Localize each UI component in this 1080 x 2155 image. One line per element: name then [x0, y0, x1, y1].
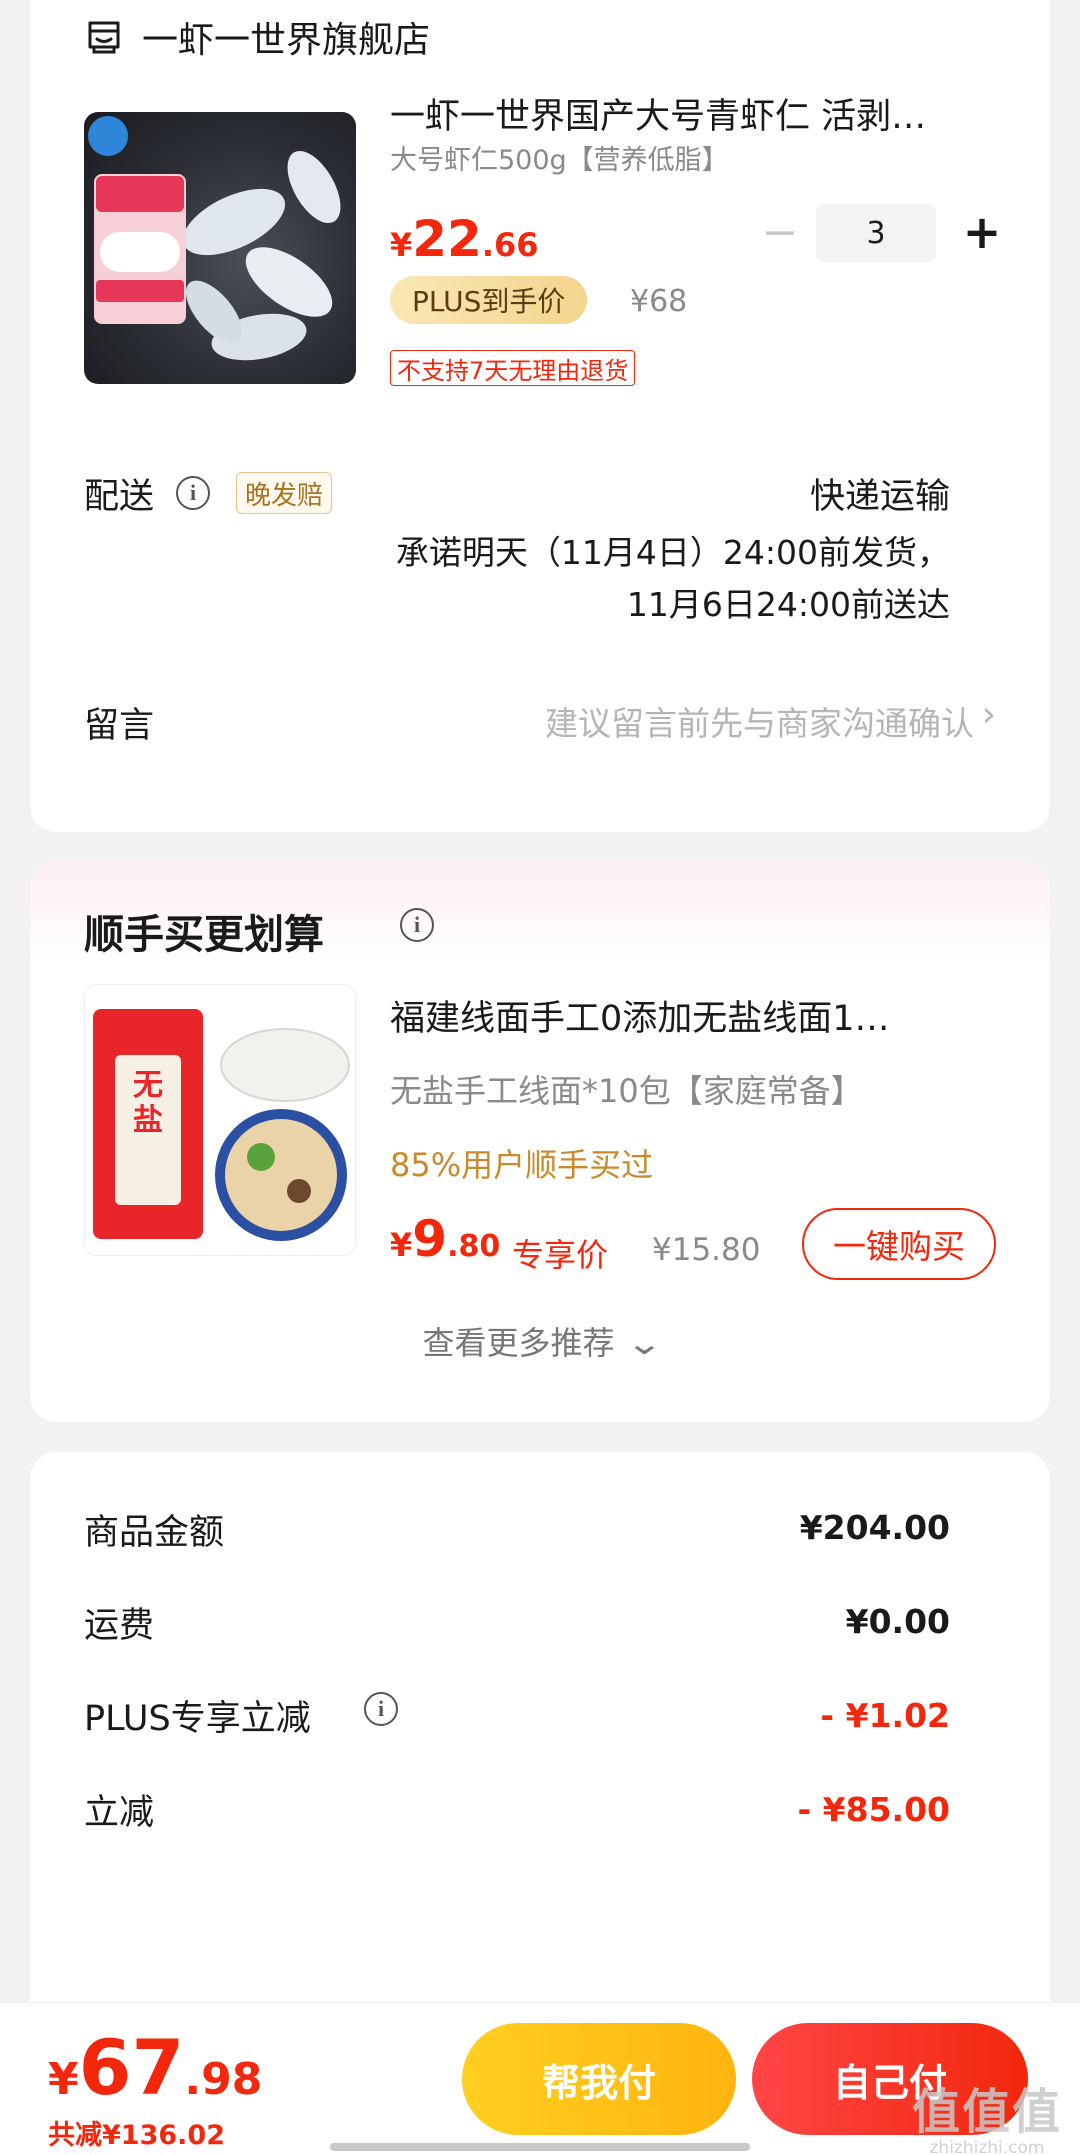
recommend-bought-rate: 85%用户顺手买过 [390, 1146, 654, 1184]
price-decimal: .80 [447, 1229, 501, 1264]
plus-price-badge: PLUS到手价 [390, 276, 588, 324]
more-recommend-label: 查看更多推荐 [422, 1324, 615, 1362]
summary-label-discount: 立减 [84, 1793, 155, 1833]
chevron-down-icon: ⌄ [625, 1324, 663, 1362]
minus-icon: − [761, 206, 799, 258]
total-integer: 67 [78, 2023, 185, 2112]
delivery-label: 配送 [84, 477, 155, 517]
watermark-logo: 值值值 [911, 2084, 1062, 2140]
svg-text:盐: 盐 [133, 1103, 163, 1138]
noodle-illustration: 无 盐 [93, 1009, 350, 1241]
product-title[interactable]: 一虾一世界国产大号青虾仁 活剥… [390, 88, 1000, 139]
recommend-title: 顺手买更划算 [84, 912, 324, 958]
total-saved[interactable]: 共减¥136.02 [48, 2113, 225, 2152]
summary-value-shipping: ¥0.00 [845, 1602, 950, 1641]
price-currency: ¥ [390, 1226, 413, 1264]
store-name[interactable]: 一虾一世界旗舰店 [142, 11, 430, 63]
watermark-url: zhizhizhi.com [929, 2138, 1045, 2155]
price-integer: 22 [412, 210, 482, 268]
shipping-method[interactable]: 快递运输 [810, 468, 950, 519]
price-integer: 9 [412, 1210, 448, 1268]
quantity-decrease-button[interactable]: − [760, 207, 800, 258]
product-spec[interactable]: 大号虾仁500g【营养低脂】 [390, 138, 729, 177]
product-image[interactable] [84, 112, 356, 384]
svg-text:无: 无 [133, 1068, 163, 1103]
recommend-product-image[interactable]: 无 盐 [84, 984, 356, 1256]
total-currency: ¥ [48, 2054, 79, 2105]
info-icon[interactable]: i [176, 476, 210, 510]
recommend-card: 顺手买更划算 i 无 盐 福建线面手工0添加无盐线面1… 无盐手工线面*10包【… [30, 862, 1050, 1422]
store-icon [88, 21, 120, 54]
shipping-promise-line1: 承诺明天（11月4日）24:00前发货， [395, 533, 950, 572]
message-label: 留言 [84, 706, 155, 746]
plus-icon: + [962, 205, 1002, 259]
exclusive-price-tag: 专享价 [512, 1236, 609, 1274]
recommend-price: ¥9.80 [390, 1210, 500, 1268]
help-me-pay-button[interactable]: 帮我付 [462, 2023, 736, 2135]
one-click-buy-button[interactable]: 一键购买 [802, 1208, 996, 1280]
quantity-increase-button[interactable]: + [960, 205, 1004, 259]
summary-label-shipping: 运费 [84, 1606, 155, 1646]
info-icon[interactable]: i [364, 1692, 398, 1726]
summary-value-plus-discount: - ¥1.02 [820, 1696, 950, 1735]
product-price: ¥22.66 [390, 210, 539, 268]
return-policy-tag: 不支持7天无理由退货 [390, 350, 636, 386]
store-header[interactable]: 一虾一世界旗舰店 [84, 12, 430, 62]
summary-label-plus-discount: PLUS专享立减 [84, 1699, 311, 1739]
watermark: 值值值 zhizhizhi.com [912, 2072, 1062, 2155]
order-summary-card: 商品金额 ¥204.00 运费 ¥0.00 PLUS专享立减 i - ¥1.02… [30, 1452, 1050, 2052]
summary-value-goods: ¥204.00 [799, 1508, 950, 1547]
recommend-product-spec: 无盐手工线面*10包【家庭常备】 [390, 1072, 863, 1110]
shipping-promise-line2: 11月6日24:00前送达 [626, 585, 950, 624]
store-card: 一虾一世界旗舰店 一虾一世界国产大号青虾仁 活剥… 大号虾仁500g【营养低脂】… [30, 0, 1050, 832]
price-currency: ¥ [390, 226, 413, 264]
chevron-right-icon[interactable]: › [982, 694, 996, 735]
summary-label-goods: 商品金额 [84, 1513, 225, 1553]
info-icon[interactable]: i [400, 908, 434, 942]
recommend-original-price: ¥15.80 [652, 1232, 761, 1268]
more-recommend-link[interactable]: 查看更多推荐 ⌄ [30, 1318, 1050, 1364]
original-price: ¥68 [630, 284, 688, 319]
total-decimal: .98 [184, 2054, 263, 2105]
message-input[interactable]: 建议留言前先与商家沟通确认 [545, 697, 974, 745]
quantity-input[interactable]: 3 [816, 204, 936, 262]
home-indicator[interactable] [330, 2143, 750, 2151]
late-compensation-badge: 晚发赔 [236, 472, 333, 514]
summary-value-discount: - ¥85.00 [797, 1790, 950, 1829]
shrimp-illustration [88, 116, 341, 361]
recommend-product-title[interactable]: 福建线面手工0添加无盐线面1… [390, 990, 1000, 1041]
total-price: ¥67.98 [48, 2023, 262, 2112]
price-decimal: .66 [481, 226, 539, 264]
